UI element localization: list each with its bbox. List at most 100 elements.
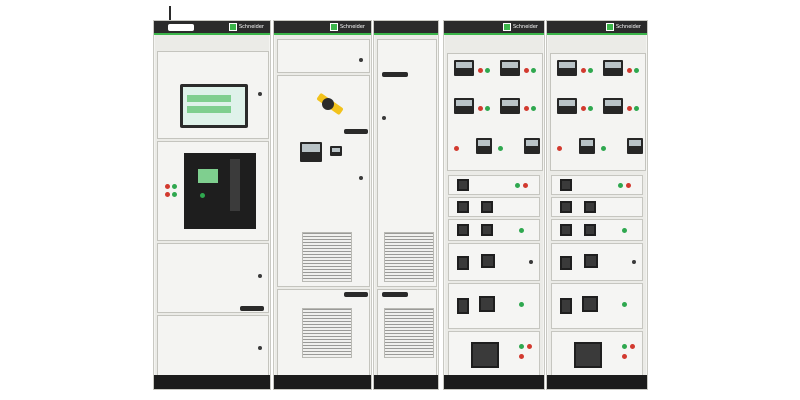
drawer-switch[interactable] [481,201,493,213]
door-lock[interactable] [359,176,363,180]
door-lock[interactable] [258,92,262,96]
red-indicator-light [627,106,632,111]
relay-meter [500,60,520,76]
green-indicator-light [588,106,593,111]
drawer-switch[interactable] [582,296,598,312]
relay-meter [627,138,643,154]
door-lock[interactable] [258,274,262,278]
green-indicator-light [601,146,606,151]
drawer-breaker[interactable] [560,201,572,213]
door-handle[interactable] [382,72,408,77]
mcc-drawer[interactable] [551,331,643,377]
door-lock[interactable] [258,346,262,350]
cabinet-door[interactable] [277,289,370,377]
green-indicator-light [622,344,627,349]
relay-panel[interactable] [447,53,543,171]
relay-meter [603,98,623,114]
mcc-drawer[interactable] [448,219,540,241]
red-indicator-light [478,106,483,111]
mcc-drawer[interactable] [448,243,540,281]
drawer-switch[interactable] [481,254,495,268]
hmi-door[interactable] [157,51,269,139]
cabinet-plinth [374,375,438,389]
mcc-cabinet-2: Schneider [546,20,648,390]
red-indicator-light [524,106,529,111]
door-handle[interactable] [344,129,368,134]
drawer-lock[interactable] [529,260,533,264]
cabinet-door[interactable] [277,39,370,73]
red-indicator-light [165,184,170,189]
door-handle[interactable] [240,306,264,311]
status-indicators [168,24,194,31]
red-indicator-light [622,354,627,359]
breaker-door[interactable] [157,141,269,241]
vent-grille-icon [384,308,434,358]
relay-meter [500,98,520,114]
vent-grille-icon [302,232,352,282]
drawer-breaker[interactable] [560,256,572,270]
schneider-logo-icon [605,23,614,31]
cabinet-door[interactable] [157,243,269,313]
cabinet-door[interactable] [377,39,437,287]
green-indicator-light [634,68,639,73]
drawer-breaker[interactable] [457,256,469,270]
breaker-display [198,169,218,183]
vent-grille-icon [302,308,352,358]
cabinet-door[interactable] [377,289,437,377]
mcc-drawer[interactable] [448,197,540,217]
red-indicator-light [527,344,532,349]
mcc-drawer[interactable] [448,331,540,377]
drawer-breaker[interactable] [457,224,469,236]
red-indicator-light [627,68,632,73]
mcc-drawer[interactable] [551,219,643,241]
drawer-lock[interactable] [632,260,636,264]
green-indicator-light [485,106,490,111]
mcc-drawer[interactable] [551,243,643,281]
molded-case-breaker[interactable] [471,342,499,368]
mcc-drawer[interactable] [551,175,643,195]
rotary-switch-base [322,98,334,110]
hmi-screen [183,87,245,125]
brand-logo: Schneider [329,23,365,31]
mcc-drawer[interactable] [551,283,643,329]
schneider-logo-icon [502,23,511,31]
drawer-breaker[interactable] [560,224,572,236]
door-handle[interactable] [344,292,368,297]
red-indicator-light [630,344,635,349]
breaker-handle[interactable] [230,159,240,211]
drawer-switch[interactable] [584,201,596,213]
mcc-drawer[interactable] [551,197,643,217]
door-lock[interactable] [382,116,386,120]
drawer-breaker[interactable] [457,298,469,314]
hmi-touchscreen[interactable] [180,84,248,128]
drawer-switch[interactable] [584,224,596,236]
drawer-breaker[interactable] [457,179,469,191]
cabinet-door[interactable] [157,315,269,377]
green-indicator-light [485,68,490,73]
door-lock[interactable] [359,58,363,62]
green-indicator-light [172,192,177,197]
cabinet-plinth [154,375,270,389]
drawer-breaker[interactable] [560,179,572,191]
red-indicator-light [524,68,529,73]
green-indicator-light [618,183,623,188]
drawer-switch[interactable] [584,254,598,268]
green-indicator-light [172,184,177,189]
drawer-breaker[interactable] [560,298,572,314]
drawer-breaker[interactable] [457,201,469,213]
air-circuit-breaker[interactable] [184,153,256,229]
molded-case-breaker[interactable] [574,342,602,368]
cabinet-header: Schneider [154,21,270,35]
green-indicator-light [519,302,524,307]
brand-name: Schneider [512,24,538,30]
mcc-drawer[interactable] [448,283,540,329]
green-indicator-light [634,106,639,111]
mcc-drawer[interactable] [448,175,540,195]
door-handle[interactable] [382,292,408,297]
relay-panel[interactable] [550,53,646,171]
cabinet-header [374,21,438,35]
drawer-switch[interactable] [479,296,495,312]
green-indicator-light [519,344,524,349]
drawer-switch[interactable] [481,224,493,236]
switch-door[interactable] [277,75,370,287]
